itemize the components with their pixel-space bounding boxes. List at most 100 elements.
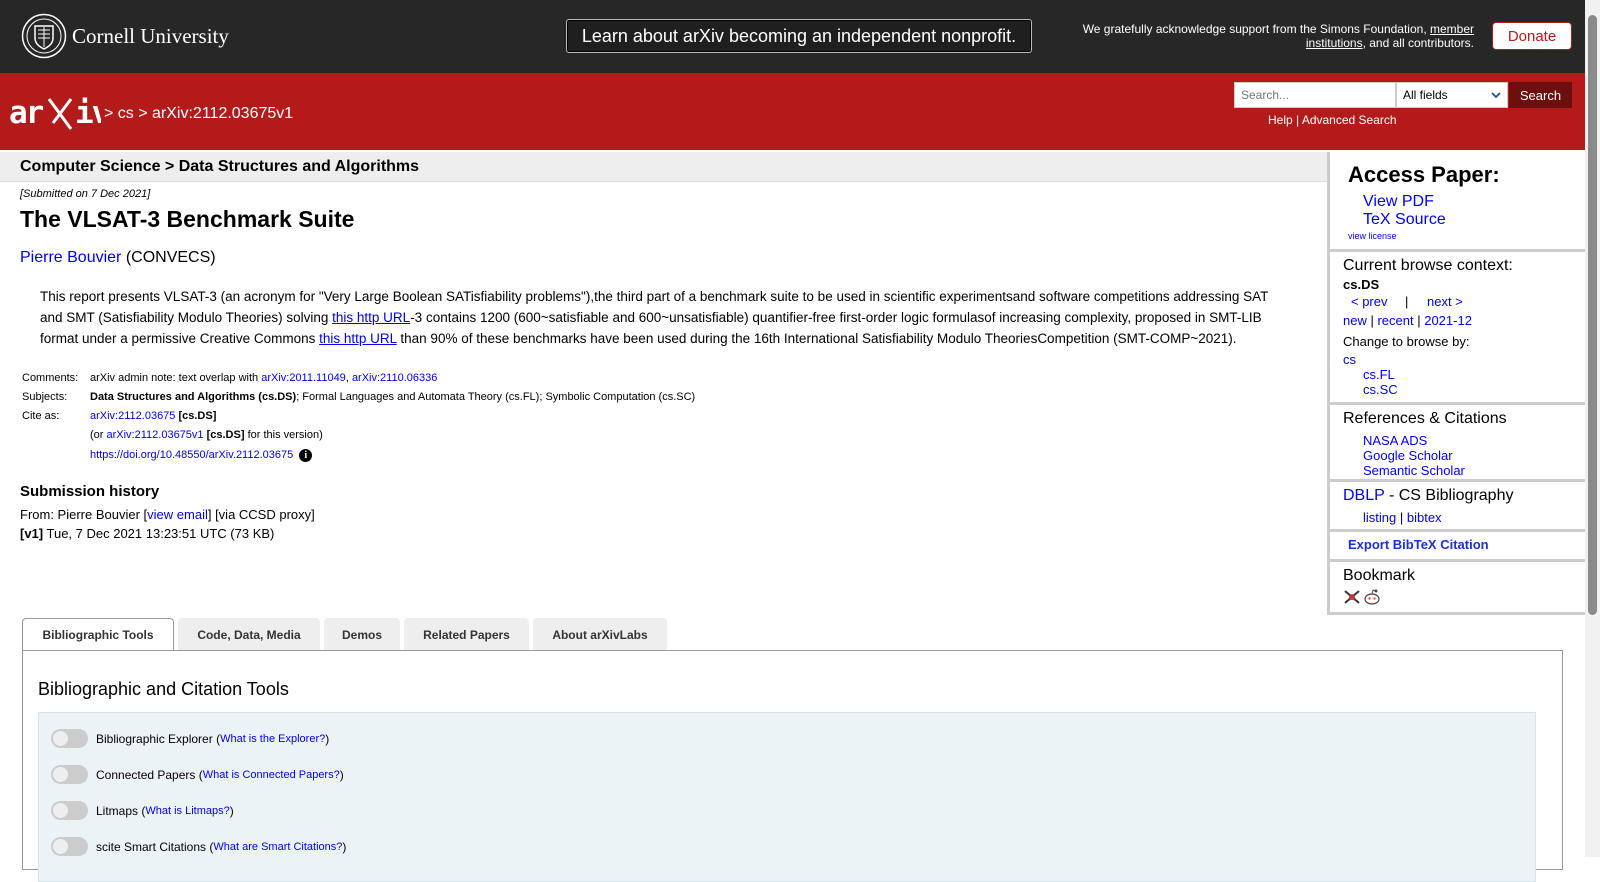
toggle-switch[interactable]: [51, 729, 88, 748]
toggle-switch[interactable]: [51, 765, 88, 784]
abstract-url-link[interactable]: this http URL: [319, 331, 397, 346]
from-suffix: ] [via CCSD proxy]: [207, 507, 315, 522]
from-prefix: From: Pierre Bouvier [: [20, 507, 148, 522]
cite-version-suffix: for this version): [244, 429, 323, 441]
subject-header: Computer Science > Data Structures and A…: [0, 152, 1327, 182]
tab-related-papers[interactable]: Related Papers: [404, 618, 529, 651]
arxiv-logo[interactable]: ar iv: [9, 93, 101, 133]
dblp-section: DBLP - CS Bibliography listing | bibtex: [1330, 482, 1588, 532]
browse-cs-link[interactable]: cs: [1343, 352, 1356, 367]
bibtex-link[interactable]: bibtex: [1407, 510, 1442, 525]
reddit-icon[interactable]: [1363, 588, 1381, 606]
abstract-text: than 90% of these benchmarks have been u…: [396, 331, 1237, 346]
new-link[interactable]: new: [1343, 313, 1367, 328]
browse-cs-fl-link[interactable]: cs.FL: [1363, 367, 1395, 382]
dblp-link[interactable]: DBLP: [1343, 487, 1385, 504]
nasa-ads-link[interactable]: NASA ADS: [1363, 433, 1427, 448]
comments-link[interactable]: arXiv:2011.11049: [261, 372, 346, 384]
submitted-date: [Submitted on 7 Dec 2021]: [20, 188, 151, 200]
access-paper-section: Access Paper: View PDF TeX Source view l…: [1330, 152, 1588, 252]
toggle-switch[interactable]: [51, 801, 88, 820]
tab-about-arxivlabs[interactable]: About arXivLabs: [533, 618, 667, 651]
cite-link[interactable]: arXiv:2112.03675: [90, 410, 175, 422]
primary-subject: Data Structures and Algorithms (cs.DS): [90, 391, 297, 403]
google-scholar-link[interactable]: Google Scholar: [1363, 448, 1453, 463]
search-button[interactable]: Search: [1509, 82, 1572, 108]
prev-link[interactable]: < prev: [1351, 294, 1388, 309]
advanced-search-link[interactable]: Advanced Search: [1302, 113, 1397, 127]
doi-link[interactable]: https://doi.org/10.48550/arXiv.2112.0367…: [90, 449, 293, 461]
listing-link[interactable]: listing: [1363, 510, 1396, 525]
svg-text:iv: iv: [75, 95, 101, 131]
comments-link[interactable]: arXiv:2110.06336: [352, 372, 437, 384]
tool-help-link[interactable]: What is the Explorer?: [220, 733, 325, 745]
cornell-name: Cornell University: [72, 23, 229, 48]
info-icon[interactable]: i: [299, 449, 313, 462]
bibsonomy-icon[interactable]: [1343, 589, 1361, 605]
version-date: Tue, 7 Dec 2021 13:23:51 UTC (73 KB): [43, 526, 275, 541]
abstract-url-link[interactable]: this http URL: [332, 310, 410, 325]
view-pdf-link[interactable]: View PDF: [1363, 193, 1434, 211]
scrollbar[interactable]: [1585, 0, 1600, 857]
export-section: Export BibTeX Citation: [1330, 532, 1588, 562]
breadcrumb-paper-id: arXiv:2112.03675v1: [152, 105, 294, 122]
cite-value: arXiv:2112.03675 [cs.DS]: [90, 410, 216, 422]
browse-context-section: Current browse context: cs.DS < prev | n…: [1330, 252, 1588, 405]
month-link[interactable]: 2021-12: [1424, 313, 1472, 328]
donate-button[interactable]: Donate: [1492, 22, 1572, 50]
tool-help-link[interactable]: What are Smart Citations?: [213, 841, 342, 853]
tab-panel: Bibliographic and Citation Tools Bibliog…: [22, 650, 1563, 882]
tool-row: Connected Papers (What is Connected Pape…: [51, 765, 344, 784]
help-link[interactable]: Help: [1268, 113, 1293, 127]
cite-version-link[interactable]: arXiv:2112.03675v1: [107, 429, 204, 441]
submission-history-title: Submission history: [20, 483, 160, 500]
version-v1: [v1] Tue, 7 Dec 2021 13:23:51 UTC (73 KB…: [20, 526, 274, 541]
comments-value: arXiv admin note: text overlap with arXi…: [90, 372, 437, 384]
subject-header-text: Computer Science > Data Structures and A…: [20, 158, 420, 175]
scrollbar-thumb[interactable]: [1588, 15, 1597, 615]
export-bibtex-link[interactable]: Export BibTeX Citation: [1348, 537, 1489, 552]
browse-context-title: Current browse context:: [1343, 257, 1513, 274]
tool-row: scite Smart Citations (What are Smart Ci…: [51, 837, 346, 856]
tool-help-link[interactable]: What is Litmaps?: [145, 805, 229, 817]
search-input[interactable]: Search...: [1234, 82, 1396, 108]
breadcrumb-sep: >: [133, 105, 153, 122]
browse-cs-sc-link[interactable]: cs.SC: [1363, 382, 1398, 397]
paper-title: The VLSAT-3 Benchmark Suite: [20, 206, 355, 232]
breadcrumb-sep: >: [104, 105, 118, 122]
dblp-sep: |: [1396, 510, 1407, 525]
cite-version-value: (or arXiv:2112.03675v1 [cs.DS] for this …: [90, 429, 323, 441]
support-text: We gratefully acknowledge support from t…: [1064, 22, 1474, 50]
toggle-switch[interactable]: [51, 837, 88, 856]
search-field-select[interactable]: All fields: [1396, 82, 1508, 108]
doi-value: https://doi.org/10.48550/arXiv.2112.0367…: [90, 449, 313, 462]
tab-demos[interactable]: Demos: [324, 618, 400, 651]
svg-text:ar: ar: [9, 95, 44, 131]
nonprofit-banner-button[interactable]: Learn about arXiv becoming an independen…: [566, 19, 1032, 53]
semantic-scholar-link[interactable]: Semantic Scholar: [1363, 463, 1465, 478]
bookmark-section: Bookmark: [1330, 562, 1588, 615]
next-link[interactable]: next >: [1427, 294, 1463, 309]
help-links: Help | Advanced Search: [1268, 113, 1397, 127]
breadcrumb-cs[interactable]: cs: [118, 105, 134, 122]
chevron-down-icon: [1491, 91, 1501, 98]
recent-link[interactable]: recent: [1377, 313, 1413, 328]
author-link[interactable]: Pierre Bouvier: [20, 249, 121, 266]
view-email-link[interactable]: view email: [147, 507, 208, 522]
tool-help-link[interactable]: What is Connected Papers?: [203, 769, 340, 781]
cite-tag: [cs.DS]: [175, 410, 217, 422]
browse-context-value: cs.DS: [1343, 277, 1380, 292]
bookmark-title: Bookmark: [1343, 567, 1416, 584]
access-paper-title: Access Paper:: [1348, 162, 1500, 187]
sidebar: Access Paper: View PDF TeX Source view l…: [1327, 152, 1588, 615]
cornell-logo[interactable]: Cornell University: [21, 13, 229, 59]
browse-sep: |: [1413, 313, 1425, 328]
tab-bibliographic-tools[interactable]: Bibliographic Tools: [22, 618, 174, 651]
tex-source-link[interactable]: TeX Source: [1363, 211, 1446, 229]
view-license-link[interactable]: view license: [1348, 231, 1397, 241]
submission-from: From: Pierre Bouvier [view email] [via C…: [20, 507, 315, 522]
tab-code-data-media[interactable]: Code, Data, Media: [178, 618, 320, 651]
tool-row: Litmaps (What is Litmaps?): [51, 801, 234, 820]
dblp-title: DBLP - CS Bibliography: [1343, 487, 1513, 505]
arxiv-header: ar iv > cs > arXiv:2112.03675v1 Search..…: [0, 73, 1585, 150]
